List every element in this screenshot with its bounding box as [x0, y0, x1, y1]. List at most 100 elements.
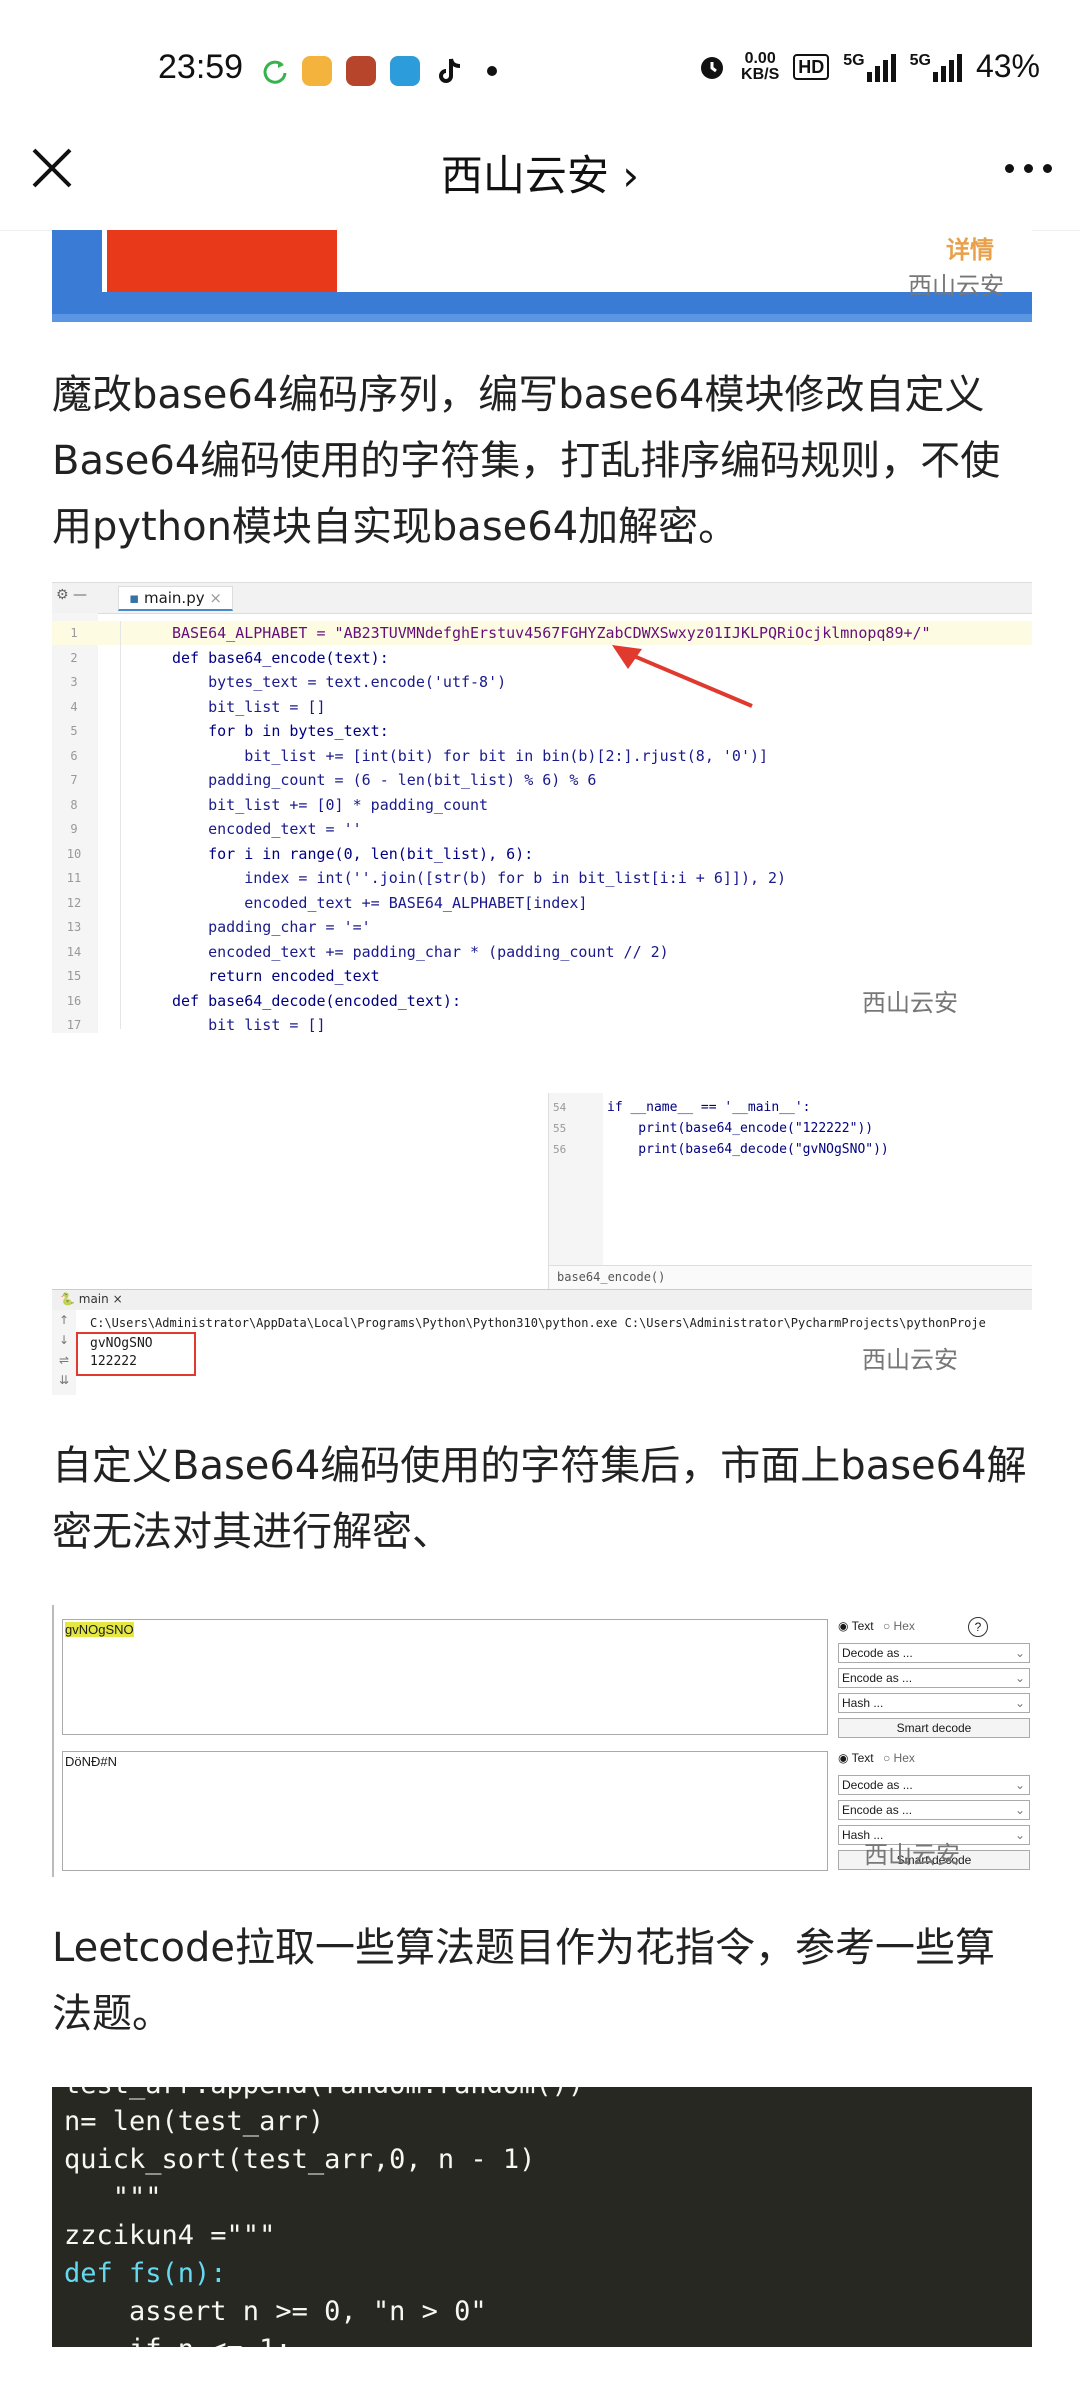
red-arrow-annotation — [612, 645, 753, 708]
editor-breadcrumb[interactable]: base64_encode() — [557, 1270, 665, 1284]
run-tab[interactable]: 🐍 main × — [60, 1292, 123, 1306]
run-output: 122222 — [90, 1354, 137, 1369]
code-line: 7 padding_count = (6 - len(bit_list) % 6… — [52, 768, 1032, 793]
status-time: 23:59 — [158, 48, 244, 86]
line-number: 54 — [553, 1101, 567, 1114]
tiktok-icon — [439, 58, 461, 83]
line-text: bit_list += [0] * padding_count — [172, 795, 489, 814]
code-screenshot-3: test_arr.append(random.random()) n= len(… — [52, 2087, 1032, 2347]
code-line: 8 bit_list += [0] * padding_count — [52, 793, 1032, 818]
code-line: assert n >= 0, "n > 0" — [64, 2296, 487, 2327]
game-app-icon — [302, 56, 332, 86]
code-line: def fs(n): — [64, 2258, 227, 2289]
line-number: 4 — [70, 699, 78, 714]
line-number: 1 — [70, 626, 78, 640]
text-radio[interactable]: ◉ Text — [838, 1619, 874, 1633]
hex-radio[interactable]: ○ Hex — [883, 1619, 915, 1633]
code-line: 56 print(base64_decode("gvNOgSNO")) — [549, 1139, 1032, 1160]
decoder-input[interactable]: gvNOgSNO — [62, 1619, 828, 1735]
run-command: C:\Users\Administrator\AppData\Local\Pro… — [90, 1316, 986, 1330]
code-line: 4 bit_list = [] — [52, 695, 1032, 720]
code-line: 10 for i in range(0, len(bit_list), 6): — [52, 842, 1032, 867]
hash-select[interactable]: Hash ... ⌄ — [838, 1693, 1030, 1713]
chevron-right-icon: › — [622, 151, 640, 200]
signal-1: 5G — [843, 52, 896, 82]
line-text: return encoded_text — [172, 967, 380, 985]
line-number: 12 — [66, 895, 82, 910]
run-panel: 🐍 main × ↑ ↓ ⇌ ⇊ C:\Users\Administrator\App… — [52, 1289, 1032, 1395]
code-screenshot-2: 54 if __name__ == '__main__': 55 print(bas… — [52, 1093, 1032, 1395]
line-text: padding_char = '=' — [172, 918, 371, 936]
encode-as-select[interactable]: Encode as ... ⌄ — [838, 1800, 1030, 1820]
code-lines: 54 if __name__ == '__main__': 55 print(bas… — [549, 1097, 1032, 1160]
decoder-screenshot: gvNOgSNO DöNÐ#N ◉ Text ○ Hex ? Decode as… — [52, 1605, 1034, 1877]
line-text: encoded_text += BASE64_ALPHABET[index] — [172, 893, 588, 912]
code-lines: n= len(test_arr) quick_sort(test_arr,0, n… — [64, 2103, 535, 2347]
code-line: 13 padding_char = '=' — [52, 915, 1032, 940]
line-number: 9 — [70, 822, 78, 836]
text-radio[interactable]: ◉ Text — [838, 1751, 874, 1765]
code-line: 3 bytes_text = text.encode('utf-8') — [52, 670, 1032, 695]
code-line: 1 BASE64_ALPHABET = "AB23TUVMNdefghErstuv… — [52, 621, 1032, 646]
paragraph: 魔改base64编码序列，编写base64模块修改自定义Base64编码使用的字… — [52, 372, 1001, 550]
paragraph: Leetcode拉取一些算法题目作为花指令，参考一些算法题。 — [52, 1925, 995, 2037]
line-number: 2 — [70, 650, 78, 665]
hex-radio[interactable]: ○ Hex — [883, 1751, 915, 1765]
line-text: padding_count = (6 - len(bit_list) % 6) … — [172, 771, 597, 789]
code-line: 11 index = int(''.join([str(b) for b in … — [52, 866, 1032, 891]
line-number: 8 — [70, 797, 78, 812]
line-number: 17 — [66, 1018, 82, 1032]
article-body: 详情 西山云安 魔改base64编码序列，编写base64模块修改自定义Base… — [52, 230, 1034, 2347]
network-speed: 0.00 KB/S — [741, 49, 780, 83]
decode-as-select[interactable]: Decode as ... ⌄ — [838, 1775, 1030, 1795]
status-bar: 23:59 0.00 KB/S HD 5G 5G 43% — [0, 0, 1080, 140]
more-notifications-dot — [487, 66, 497, 76]
top-nav: 西山云安 › — [0, 120, 1080, 231]
code-line: quick_sort(test_arr,0, n - 1) — [64, 2144, 536, 2175]
line-text: for i in range(0, len(bit_list), 6): — [172, 844, 534, 863]
code-line: n= len(test_arr) — [64, 2106, 325, 2137]
line-text: index = int(''.join([str(b) for b in bit… — [172, 869, 787, 887]
line-text: encoded_text += padding_char * (padding_… — [172, 942, 669, 961]
watermark: 西山云安 — [864, 1841, 960, 1869]
line-number: 55 — [553, 1122, 567, 1135]
editor-tab-bar: ⚙ — ▪ main.py × — [52, 583, 1032, 614]
line-number: 3 — [70, 675, 78, 689]
banner-image: 详情 西山云安 — [52, 230, 1032, 322]
editor-tab[interactable]: ▪ main.py × — [118, 586, 233, 611]
code-line: 2 def base64_encode(text): — [52, 646, 1032, 671]
partial-code-line: test_arr.append(random.random()) — [64, 2087, 584, 2103]
help-icon[interactable]: ? — [968, 1617, 988, 1637]
line-text: def base64_encode(text): — [172, 648, 389, 667]
decoder-output[interactable]: DöNÐ#N — [62, 1751, 828, 1871]
line-number: 15 — [66, 969, 82, 983]
line-number: 5 — [70, 724, 78, 738]
hd-badge: HD — [793, 53, 830, 80]
line-number: 56 — [553, 1143, 567, 1156]
watermark: 西山云安 — [862, 989, 958, 1017]
encode-as-select[interactable]: Encode as ... ⌄ — [838, 1668, 1030, 1688]
decode-as-select[interactable]: Decode as ... ⌄ — [838, 1643, 1030, 1663]
code-line: if n <= 1: — [64, 2331, 535, 2347]
code-lines: 1 BASE64_ALPHABET = "AB23TUVMNdefghErstuv… — [52, 621, 1032, 1033]
hero-app-icon — [346, 56, 376, 86]
decoder-controls-1: ◉ Text ○ Hex ? Decode as ... ⌄ Encode as … — [838, 1617, 1030, 1738]
code-line: zzcikun4 =""" — [64, 2220, 276, 2251]
line-text: bytes_text = text.encode('utf-8') — [172, 673, 507, 691]
more-options-icon[interactable] — [1005, 164, 1052, 173]
watermark: 西山云安 — [862, 1346, 958, 1374]
line-text: encoded_text = '' — [172, 820, 362, 838]
code-line: """ — [64, 2182, 162, 2213]
line-text: for b in bytes_text: — [172, 722, 389, 740]
signal-bars-icon — [866, 52, 896, 82]
code-line: 12 encoded_text += BASE64_ALPHABET[index… — [52, 891, 1032, 916]
line-text: def base64_decode(encoded_text): — [172, 991, 461, 1010]
detail-button: 详情 — [946, 236, 994, 264]
smart-decode-button[interactable]: Smart decode — [838, 1718, 1030, 1738]
code-line: 54 if __name__ == '__main__': — [549, 1097, 1032, 1118]
code-line: 6 bit_list += [int(bit) for bit in bin(b… — [52, 744, 1032, 769]
account-title[interactable]: 西山云安 › — [0, 142, 1080, 203]
refresh-app-icon — [263, 60, 287, 84]
line-number: 14 — [66, 944, 82, 959]
line-text: print(base64_encode("122222")) — [607, 1121, 874, 1136]
